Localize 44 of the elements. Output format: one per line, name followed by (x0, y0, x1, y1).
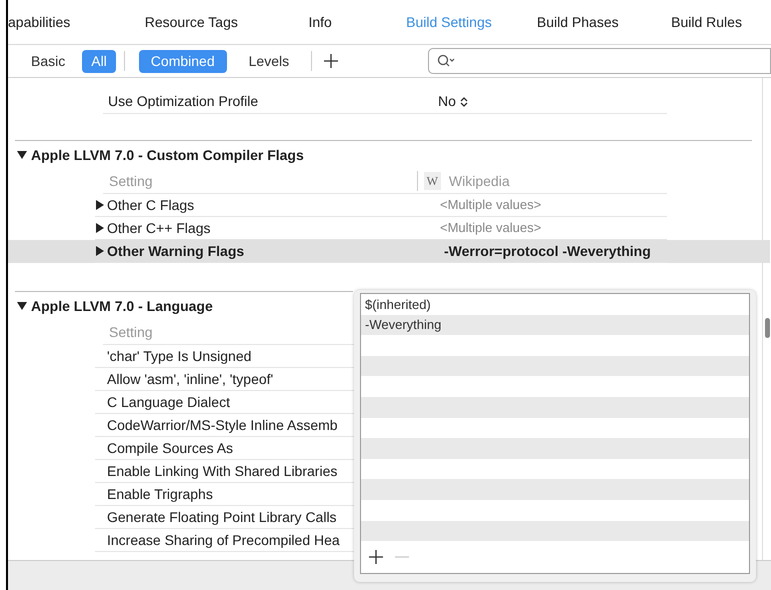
setting-name: Use Optimization Profile (107, 92, 260, 111)
setting-row[interactable]: Other C Flags <Multiple values> (8, 194, 762, 217)
setting-name: Allow 'asm', 'inline', 'typeof' (106, 370, 274, 389)
setting-value: -Werror=protocol -Weverything (443, 242, 651, 261)
add-icon[interactable] (369, 550, 383, 564)
column-header: Wikipedia (448, 172, 510, 191)
scope-filter[interactable]: Basic (22, 50, 74, 72)
setting-value: <Multiple values> (440, 219, 542, 238)
section-title: Apple LLVM 7.0 - Custom Compiler Flags (31, 146, 304, 165)
tab[interactable]: Build Rules (642, 12, 771, 32)
tab[interactable]: Resource Tags (126, 12, 256, 32)
disclosure-down-icon[interactable] (17, 301, 27, 311)
setting-value: <Multiple values> (440, 196, 542, 214)
setting-name: Enable Trigraphs (106, 484, 214, 504)
search-field[interactable] (428, 48, 771, 74)
setting-name: CodeWarrior/MS-Style Inline Assemb (106, 416, 339, 435)
stepper-icon[interactable] (460, 96, 468, 108)
column-header: Setting (109, 322, 153, 342)
tab[interactable]: apabilities (8, 12, 127, 32)
setting-row[interactable]: Other Warning Flags -Werror=protocol -Weverything (8, 240, 770, 263)
setting-name: Other Warning Flags (106, 242, 246, 261)
section-title: Apple LLVM 7.0 - Language (31, 296, 213, 316)
add-icon[interactable] (324, 54, 338, 68)
setting-name: Increase Sharing of Precompiled Hea (106, 530, 341, 550)
wikipedia-badge: W (424, 172, 441, 190)
list-value[interactable]: -Weverything (361, 314, 749, 336)
column-header: Setting (109, 172, 153, 191)
tab[interactable]: Build Phases (513, 12, 642, 32)
disclosure-right-icon[interactable] (95, 223, 105, 233)
setting-name: Other C++ Flags (106, 218, 212, 238)
scrollbar-thumb[interactable] (765, 318, 770, 338)
setting-name: Other C Flags (106, 196, 196, 215)
disclosure-down-icon[interactable] (17, 150, 27, 160)
view-filter[interactable]: Levels (236, 50, 302, 72)
tab[interactable]: Info (256, 12, 385, 32)
setting-value[interactable]: No (438, 91, 468, 112)
setting-name: Generate Floating Point Library Calls (106, 508, 338, 527)
setting-name: Enable Linking With Shared Libraries (106, 462, 338, 481)
setting-name: C Language Dialect (106, 392, 231, 412)
setting-name: 'char' Type Is Unsigned (106, 346, 252, 366)
disclosure-right-icon[interactable] (95, 200, 105, 210)
setting-name: Compile Sources As (106, 438, 234, 458)
disclosure-right-icon[interactable] (95, 246, 105, 256)
search-icon (437, 54, 456, 68)
